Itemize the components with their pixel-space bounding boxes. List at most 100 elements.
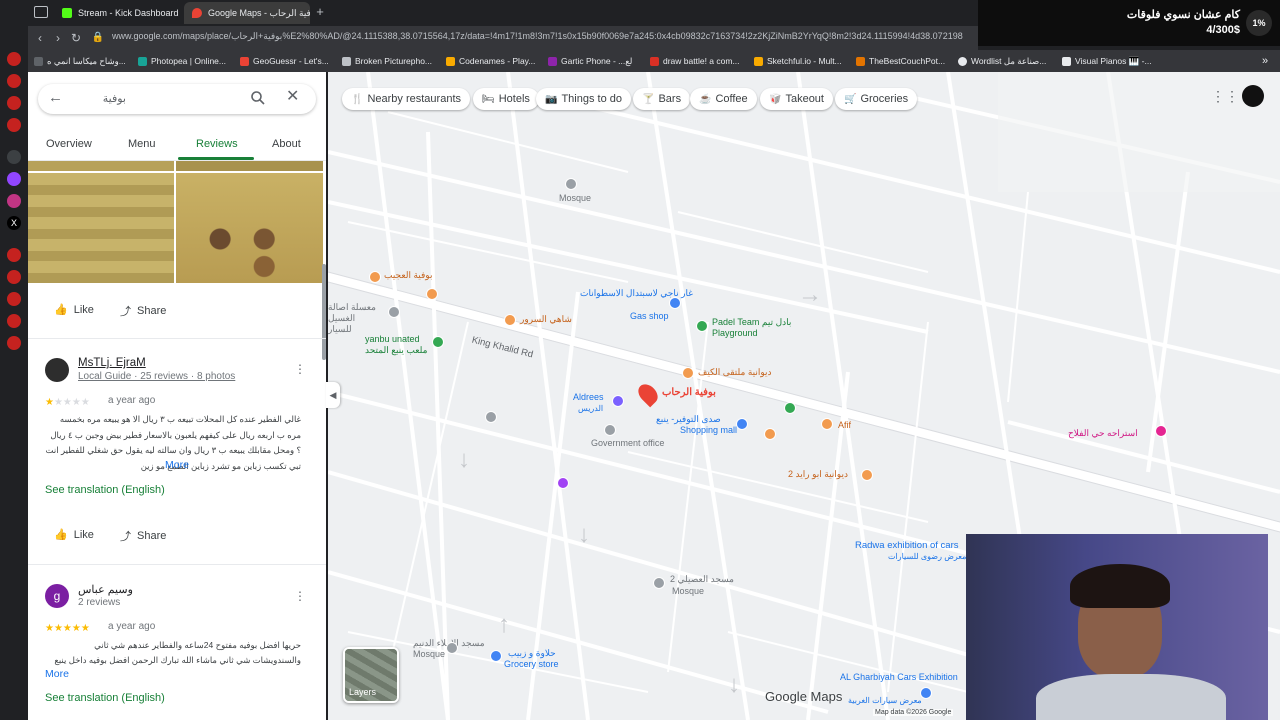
- place-label[interactable]: صدى التوفير- ينبع: [656, 414, 721, 425]
- more-options-icon[interactable]: ⋮: [294, 589, 306, 603]
- panel-scrollbar[interactable]: [322, 264, 326, 360]
- chip-groceries[interactable]: 🛒 Groceries: [835, 88, 918, 110]
- restaurant-pin-icon[interactable]: [369, 271, 381, 283]
- account-avatar[interactable]: [1242, 85, 1264, 107]
- app-icon[interactable]: [7, 248, 21, 262]
- app-icon[interactable]: [7, 314, 21, 328]
- bookmark[interactable]: GeoGuessr - Let's...: [240, 54, 329, 68]
- tab-overview-icon[interactable]: [34, 6, 48, 18]
- more-options-icon[interactable]: ⋮: [294, 362, 306, 376]
- tab-google-maps[interactable]: Google Maps - بوفية الرحاب: [184, 2, 310, 24]
- playground-pin-icon[interactable]: [696, 320, 708, 332]
- restaurant-pin-icon[interactable]: [821, 418, 833, 430]
- chip-bars[interactable]: 🍸 Bars: [633, 88, 691, 110]
- place-pin-icon[interactable]: [784, 402, 796, 414]
- place-label[interactable]: ملعب ينبع المتحد: [365, 345, 427, 356]
- layers-button[interactable]: Layers: [343, 647, 399, 703]
- mosque-pin-icon[interactable]: [446, 642, 458, 654]
- reload-icon[interactable]: ↻: [68, 30, 84, 46]
- tab-menu[interactable]: Menu: [128, 138, 156, 150]
- cafe-pin-icon[interactable]: [764, 428, 776, 440]
- bookmark[interactable]: draw battle! a com...: [650, 54, 740, 68]
- bookmark[interactable]: Visual Pianos 🎹 -...: [1062, 54, 1152, 68]
- place-label[interactable]: مسجد العصيلي 2: [670, 574, 734, 585]
- reviewer-name[interactable]: MsTLj. EjraM: [78, 357, 146, 369]
- place-pin-icon[interactable]: [557, 477, 569, 489]
- chip-coffee[interactable]: ☕ Coffee: [690, 88, 757, 110]
- more-bookmarks-icon[interactable]: »: [1262, 54, 1268, 68]
- tab-reviews[interactable]: Reviews: [196, 138, 238, 150]
- cafe-pin-icon[interactable]: [504, 314, 516, 326]
- place-label[interactable]: معسلة اصالة الغسيل للسيار: [328, 302, 378, 335]
- tab-overview[interactable]: Overview: [46, 138, 92, 150]
- close-icon[interactable]: ✕: [286, 89, 302, 105]
- search-icon[interactable]: [250, 90, 266, 106]
- reviewer-meta[interactable]: 2 reviews: [78, 597, 120, 608]
- place-label[interactable]: AL Gharbiyah Cars Exhibition: [840, 672, 958, 682]
- place-label[interactable]: Mosque: [559, 193, 591, 203]
- app-icon[interactable]: [7, 74, 21, 88]
- app-icon[interactable]: [7, 52, 21, 66]
- x-icon[interactable]: X: [7, 216, 21, 230]
- review-photo[interactable]: [28, 173, 174, 283]
- place-label[interactable]: Afif: [838, 420, 851, 430]
- search-input[interactable]: بوفية: [86, 92, 126, 105]
- app-icon[interactable]: [7, 96, 21, 110]
- restaurant-pin-icon[interactable]: [682, 367, 694, 379]
- more-link[interactable]: More: [165, 459, 189, 471]
- place-label[interactable]: ديوانية ابو رايد 2: [788, 469, 848, 480]
- tab-kick[interactable]: Stream - Kick Dashboard: [54, 2, 180, 24]
- like-button[interactable]: 👍 Like: [54, 303, 94, 317]
- chip-nearby-restaurants[interactable]: 🍴 Nearby restaurants: [342, 88, 470, 110]
- place-label[interactable]: بوفية العجيب: [384, 270, 432, 281]
- place-label[interactable]: الدريس: [578, 404, 603, 413]
- gas-pin-icon[interactable]: [669, 297, 681, 309]
- reviewer-avatar[interactable]: [45, 358, 69, 382]
- place-label[interactable]: ديوانية ملتقى الكيف: [698, 367, 772, 378]
- see-translation-link[interactable]: See translation (English): [45, 692, 165, 704]
- apps-grid-icon[interactable]: ⋮⋮: [1211, 89, 1239, 103]
- restaurant-pin-icon[interactable]: [861, 469, 873, 481]
- bookmark[interactable]: Wordlist صناعة مل...: [958, 54, 1046, 68]
- chip-things-to-do[interactable]: 📷 Things to do: [536, 88, 631, 110]
- see-translation-link[interactable]: See translation (English): [45, 484, 165, 496]
- settings-icon[interactable]: [7, 336, 21, 350]
- lodging-pin-icon[interactable]: [1155, 425, 1167, 437]
- place-pin-icon[interactable]: [485, 411, 497, 423]
- twitch-icon[interactable]: [7, 172, 21, 186]
- reviewer-avatar[interactable]: g: [45, 584, 69, 608]
- grocery-pin-icon[interactable]: [490, 650, 502, 662]
- place-label[interactable]: Padel Team بادل تيم: [712, 317, 791, 328]
- bookmark[interactable]: Sketchful.io - Mult...: [754, 54, 842, 68]
- place-label[interactable]: بوفية الرحاب: [662, 387, 716, 398]
- bookmark[interactable]: وشاح ميكاسا انمي ه...: [34, 54, 126, 68]
- app-icon[interactable]: [7, 118, 21, 132]
- reviewer-meta[interactable]: Local Guide · 25 reviews · 8 photos: [78, 371, 235, 382]
- place-label[interactable]: yanbu unated: [365, 334, 420, 344]
- carwash-pin-icon[interactable]: [388, 306, 400, 318]
- review-photo[interactable]: [28, 161, 174, 171]
- mosque-pin-icon[interactable]: [565, 178, 577, 190]
- bookmark[interactable]: Photopea | Online...: [138, 54, 226, 68]
- place-label[interactable]: Government office: [591, 438, 664, 448]
- place-label[interactable]: Grocery store: [504, 659, 559, 669]
- reviewer-name[interactable]: وسيم عباس: [78, 583, 133, 596]
- shopping-pin-icon[interactable]: [736, 418, 748, 430]
- place-label[interactable]: شاهي السرور: [520, 314, 572, 325]
- share-button[interactable]: ⤴ Share: [120, 303, 166, 319]
- back-arrow-icon[interactable]: ←: [48, 90, 64, 106]
- bookmark[interactable]: Gartic Phone - ...لع: [548, 54, 632, 68]
- chip-takeout[interactable]: 🥡 Takeout: [760, 88, 833, 110]
- bookmark[interactable]: TheBestCouchPot...: [856, 54, 945, 68]
- instagram-icon[interactable]: [7, 194, 21, 208]
- place-label[interactable]: Gas shop: [630, 311, 669, 321]
- chatgpt-icon[interactable]: [7, 150, 21, 164]
- like-button[interactable]: 👍 Like: [54, 528, 94, 542]
- restaurant-pin-icon[interactable]: [426, 288, 438, 300]
- share-button[interactable]: ⤴ Share: [120, 528, 166, 544]
- place-label[interactable]: استراحه حي الفلاح: [1068, 428, 1138, 439]
- car-dealer-pin-icon[interactable]: [920, 687, 932, 699]
- government-pin-icon[interactable]: [604, 424, 616, 436]
- app-icon[interactable]: [7, 270, 21, 284]
- forward-icon[interactable]: ›: [50, 30, 66, 46]
